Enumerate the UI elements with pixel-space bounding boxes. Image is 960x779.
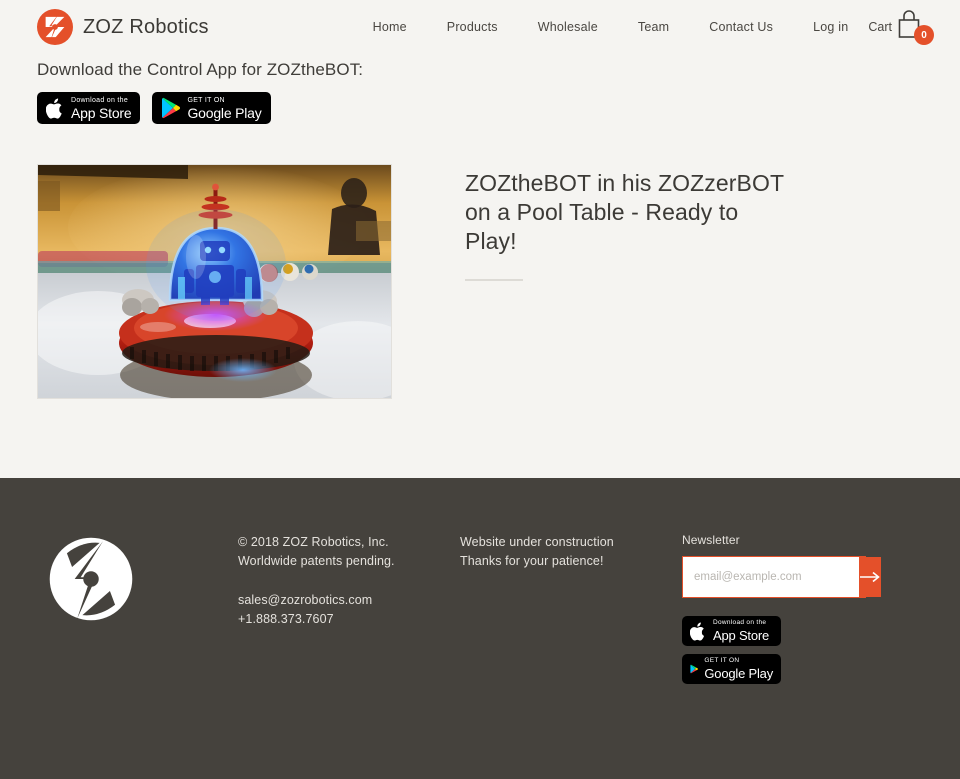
newsletter-label: Newsletter — [682, 533, 740, 547]
app-store-badge-text: Download on the App Store — [71, 96, 132, 121]
footer-app-store-text: Download on the App Store — [713, 620, 769, 642]
feature-divider — [465, 278, 523, 281]
app-download-strip: Download the Control App for ZOZtheBOT: … — [0, 54, 960, 124]
zoz-circular-z-logo-white-icon — [49, 537, 133, 621]
cart-button[interactable]: Cart 0 — [856, 7, 934, 47]
feature-text: ZOZtheBOT in his ZOZzerBOT on a Pool Tab… — [465, 164, 785, 399]
cart-count-badge: 0 — [914, 25, 934, 45]
feature-section: ZOZtheBOT in his ZOZzerBOT on a Pool Tab… — [0, 124, 960, 399]
app-store-badge[interactable]: Download on the App Store — [37, 92, 141, 124]
footer-spacer — [238, 572, 460, 591]
app-store-badge-bottom: App Store — [71, 104, 132, 121]
footer-google-play-badge[interactable]: GET IT ON Google Play — [682, 654, 781, 684]
footer-notice-line1: Website under construction — [460, 535, 614, 549]
nav-item-wholesale[interactable]: Wholesale — [518, 20, 618, 34]
footer-column-notice: Website under construction Thanks for yo… — [460, 533, 682, 684]
google-play-badge-top: GET IT ON — [187, 96, 225, 104]
footer-app-store-bottom: App Store — [713, 627, 770, 643]
newsletter-submit-button[interactable] — [859, 557, 881, 597]
google-play-badge-bottom: Google Play — [187, 104, 262, 121]
brand-logo-link[interactable]: ZOZ Robotics — [37, 9, 209, 45]
footer-app-store-top: Download on the — [713, 619, 767, 627]
footer-google-play-text: GET IT ON Google Play — [704, 658, 773, 680]
footer-column-legal: © 2018 ZOZ Robotics, Inc. Worldwide pate… — [238, 533, 460, 684]
footer-column-newsletter: Newsletter Download on — [682, 533, 923, 684]
nav-item-contact-us[interactable]: Contact Us — [689, 20, 793, 34]
app-store-badge-top: Download on the — [71, 96, 129, 104]
nav-item-products[interactable]: Products — [427, 20, 518, 34]
site-footer: © 2018 ZOZ Robotics, Inc. Worldwide pate… — [0, 478, 960, 779]
footer-google-play-top: GET IT ON — [704, 657, 740, 665]
robot-on-pool-table-photo — [38, 165, 391, 398]
footer-app-store-badge[interactable]: Download on the App Store — [682, 616, 781, 646]
feature-image — [37, 164, 392, 399]
zoz-circular-z-logo-icon — [37, 9, 73, 45]
footer-copyright: © 2018 ZOZ Robotics, Inc. — [238, 535, 389, 549]
google-play-icon — [162, 97, 181, 119]
apple-icon — [690, 622, 705, 641]
app-badges: Download on the App Store GET IT ON Goog… — [37, 92, 923, 124]
apple-icon — [46, 98, 62, 119]
footer-inner: © 2018 ZOZ Robotics, Inc. Worldwide pate… — [0, 478, 960, 684]
footer-logo-column — [48, 533, 238, 684]
footer-email[interactable]: sales@zozrobotics.com — [238, 591, 460, 610]
nav-item-home[interactable]: Home — [353, 20, 427, 34]
cart-icon-holder: 0 — [896, 7, 934, 47]
nav-item-log-in[interactable]: Log in — [793, 20, 856, 34]
newsletter-email-input[interactable] — [683, 557, 859, 597]
google-play-icon — [690, 664, 698, 674]
app-strip-title: Download the Control App for ZOZtheBOT: — [37, 60, 364, 79]
footer-patents: Worldwide patents pending. — [238, 554, 395, 569]
brand-name: ZOZ Robotics — [83, 15, 209, 38]
footer-notice-line2: Thanks for your patience! — [460, 554, 604, 569]
google-play-badge[interactable]: GET IT ON Google Play — [152, 92, 271, 124]
feature-title: ZOZtheBOT in his ZOZzerBOT on a Pool Tab… — [465, 170, 784, 255]
footer-app-badges: Download on the App Store GET IT ON Goog… — [682, 616, 923, 684]
nav-item-team[interactable]: Team — [618, 20, 689, 34]
footer-phone[interactable]: +1.888.373.7607 — [238, 610, 460, 629]
cart-label: Cart — [868, 20, 892, 34]
main-nav: Home Products Wholesale Team Contact Us … — [353, 7, 934, 47]
newsletter-form — [682, 556, 881, 598]
site-header: ZOZ Robotics Home Products Wholesale Tea… — [0, 0, 960, 54]
google-play-badge-text: GET IT ON Google Play — [187, 97, 261, 120]
arrow-right-icon — [860, 571, 880, 583]
footer-google-play-bottom: Google Play — [704, 665, 773, 681]
